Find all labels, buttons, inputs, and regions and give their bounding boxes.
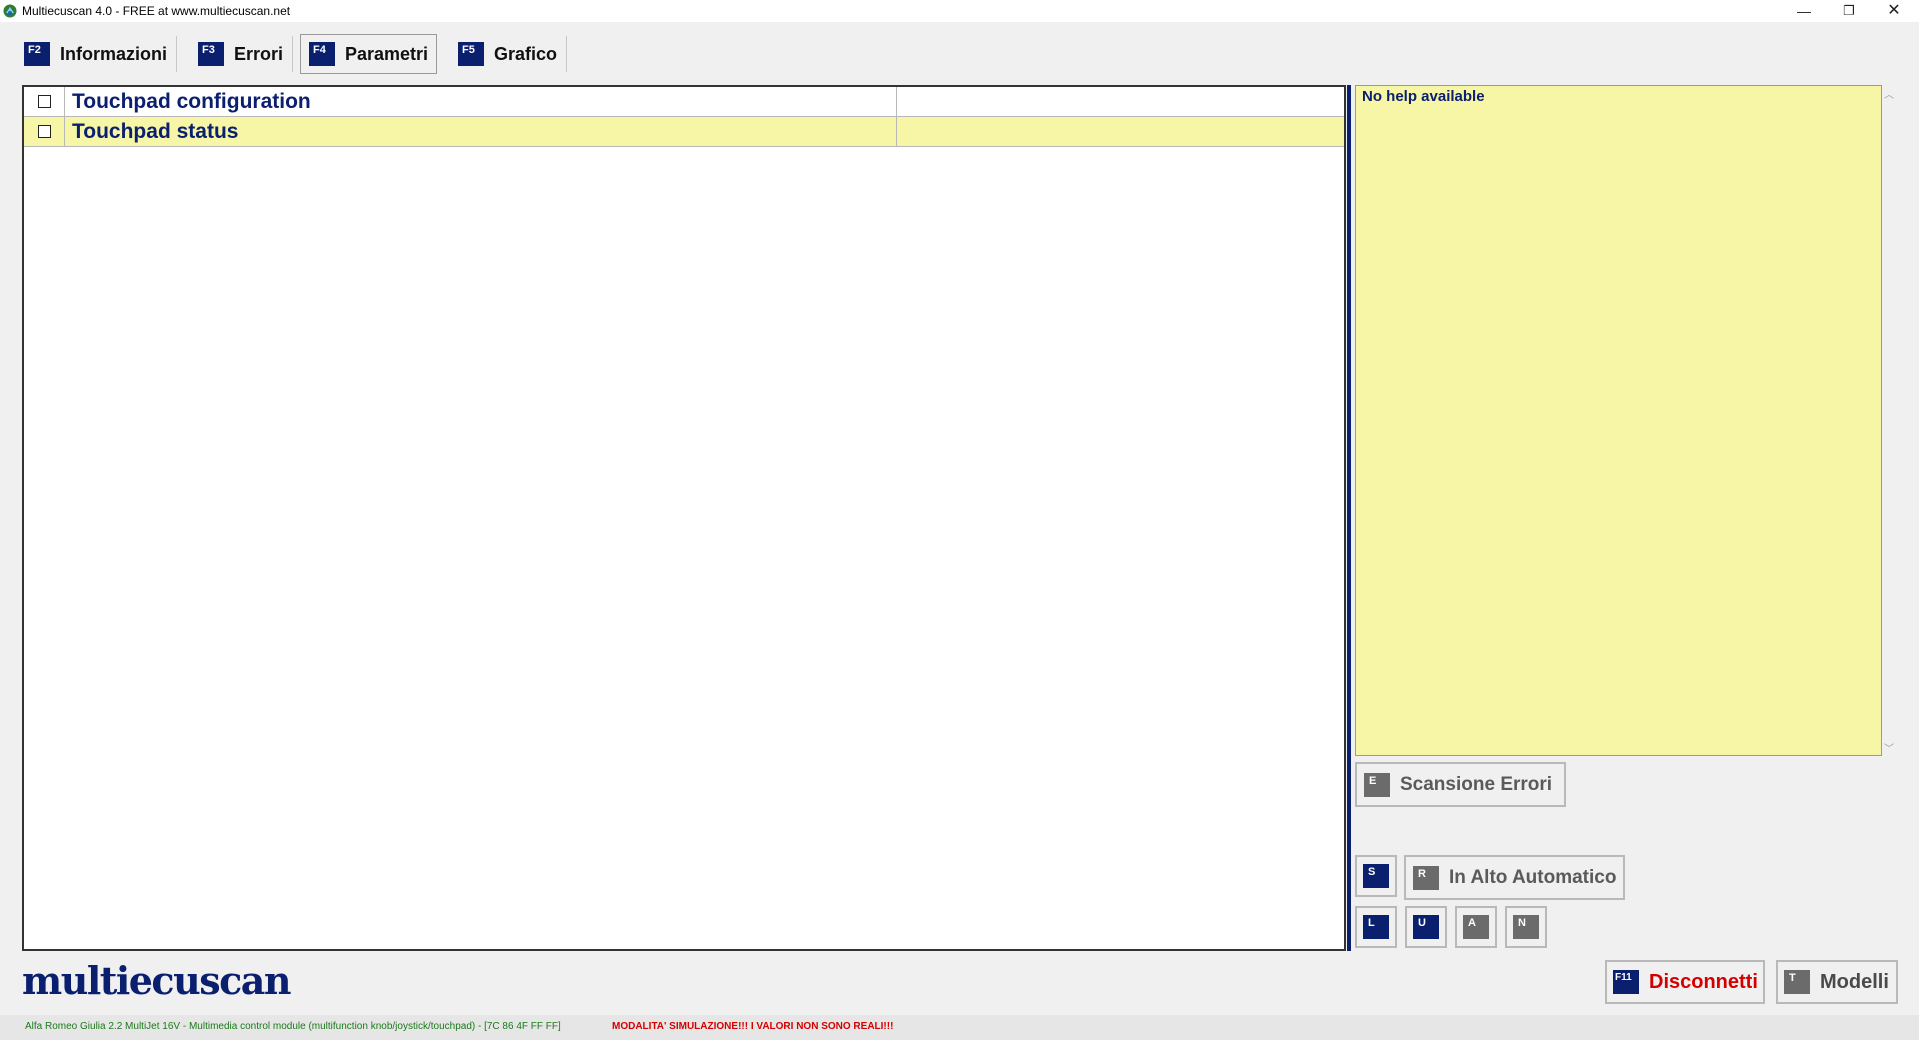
parameters-list[interactable]: Touchpad configuration Touchpad status — [22, 85, 1346, 951]
shortcut-key-badge: E — [1364, 772, 1390, 797]
tab-key-badge: F5 — [458, 42, 484, 66]
parameter-checkbox[interactable] — [38, 95, 51, 108]
shortcut-key-badge: R — [1413, 865, 1439, 890]
parameter-checkbox[interactable] — [38, 125, 51, 138]
help-text: No help available — [1362, 88, 1485, 105]
status-bar: Alfa Romeo Giulia 2.2 MultiJet 16V - Mul… — [0, 1015, 1919, 1040]
models-button[interactable]: T Modelli — [1776, 960, 1898, 1004]
tab-parametri[interactable]: F4 Parametri — [300, 34, 438, 74]
tab-key-badge: F3 — [198, 42, 224, 66]
shortcut-key-badge: A — [1463, 915, 1489, 939]
u-button[interactable]: U — [1405, 906, 1447, 948]
tab-separator — [292, 36, 294, 72]
s-button[interactable]: S — [1355, 855, 1397, 897]
column-divider — [896, 87, 897, 117]
parameter-name: Touchpad status — [72, 120, 239, 143]
scroll-up-icon[interactable]: ︿ — [1884, 86, 1894, 101]
button-label: In Alto Automatico — [1449, 866, 1617, 888]
parameter-row[interactable]: Touchpad status — [24, 117, 1344, 147]
shortcut-key-badge: T — [1784, 970, 1810, 994]
auto-top-button[interactable]: R In Alto Automatico — [1404, 855, 1625, 900]
parameter-name: Touchpad configuration — [72, 90, 311, 113]
panel-splitter[interactable] — [1347, 85, 1351, 951]
tab-separator — [176, 36, 177, 72]
vehicle-info: Alfa Romeo Giulia 2.2 MultiJet 16V - Mul… — [25, 1021, 561, 1032]
l-button[interactable]: L — [1355, 906, 1397, 948]
tab-label: Informazioni — [60, 43, 167, 64]
tab-grafico[interactable]: F5 Grafico — [450, 34, 568, 74]
tab-errori[interactable]: F3 Errori — [190, 34, 294, 74]
help-panel: No help available — [1355, 85, 1882, 756]
column-divider — [64, 117, 65, 147]
tab-label: Parametri — [345, 43, 429, 64]
multiecuscan-logo: multiecuscan — [22, 958, 291, 1003]
shortcut-key-badge: S — [1363, 864, 1389, 888]
n-button[interactable]: N — [1505, 906, 1547, 948]
parameter-row[interactable]: Touchpad configuration — [24, 87, 1344, 117]
tab-label: Errori — [234, 43, 284, 64]
a-button[interactable]: A — [1455, 906, 1497, 948]
scan-errors-button[interactable]: E Scansione Errori — [1355, 762, 1566, 807]
minimize-button[interactable]: — — [1781, 0, 1827, 22]
shortcut-key-badge: F11 — [1613, 970, 1639, 994]
close-button[interactable]: ✕ — [1871, 0, 1917, 22]
simulation-warning: MODALITA' SIMULAZIONE!!! I VALORI NON SO… — [612, 1021, 894, 1032]
button-label: Disconnetti — [1649, 970, 1758, 993]
window-title: Multiecuscan 4.0 - FREE at www.multiecus… — [22, 4, 291, 18]
tab-separator — [566, 36, 568, 72]
app-icon — [3, 4, 17, 18]
title-bar: Multiecuscan 4.0 - FREE at www.multiecus… — [0, 0, 1919, 22]
shortcut-key-badge: L — [1363, 915, 1389, 939]
restore-button[interactable]: ❐ — [1826, 0, 1872, 22]
tab-key-badge: F4 — [309, 42, 335, 66]
shortcut-key-badge: N — [1513, 915, 1539, 939]
scroll-down-icon[interactable]: ﹀ — [1884, 740, 1894, 755]
button-label: Scansione Errori — [1400, 773, 1553, 795]
column-divider — [896, 117, 897, 147]
tab-informazioni[interactable]: F2 Informazioni — [16, 34, 177, 74]
tab-key-badge: F2 — [24, 42, 50, 66]
disconnect-button[interactable]: F11 Disconnetti — [1605, 960, 1765, 1004]
column-divider — [64, 87, 65, 117]
shortcut-key-badge: U — [1413, 915, 1439, 939]
button-label: Modelli — [1820, 970, 1889, 993]
tab-label: Grafico — [494, 43, 558, 64]
